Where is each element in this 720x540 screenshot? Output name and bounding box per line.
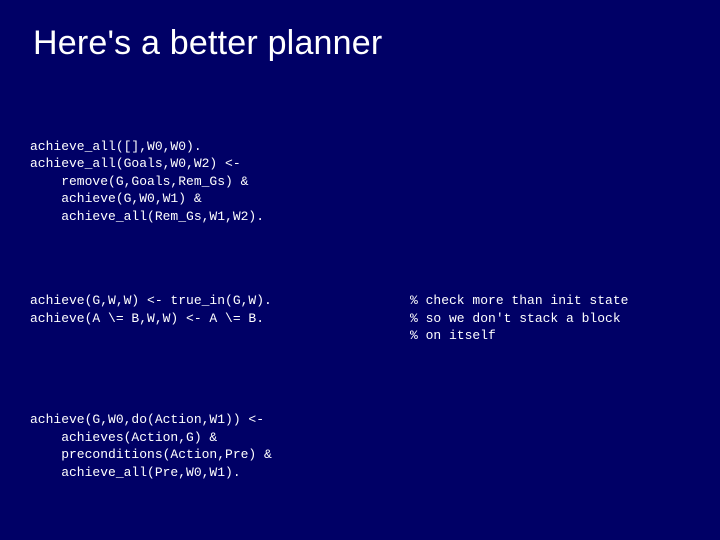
code-block-2-comment: % check more than init state % so we don… <box>410 292 690 345</box>
code-area: achieve_all([],W0,W0). achieve_all(Goals… <box>30 85 690 540</box>
code-block-2-left: achieve(G,W,W) <- true_in(G,W). achieve(… <box>30 292 410 345</box>
code-block-2: achieve(G,W,W) <- true_in(G,W). achieve(… <box>30 292 690 345</box>
code-block-3: achieve(G,W0,do(Action,W1)) <- achieves(… <box>30 411 690 481</box>
slide: Here's a better planner achieve_all([],W… <box>0 0 720 540</box>
code-block-1: achieve_all([],W0,W0). achieve_all(Goals… <box>30 138 690 226</box>
slide-title: Here's a better planner <box>33 24 690 63</box>
